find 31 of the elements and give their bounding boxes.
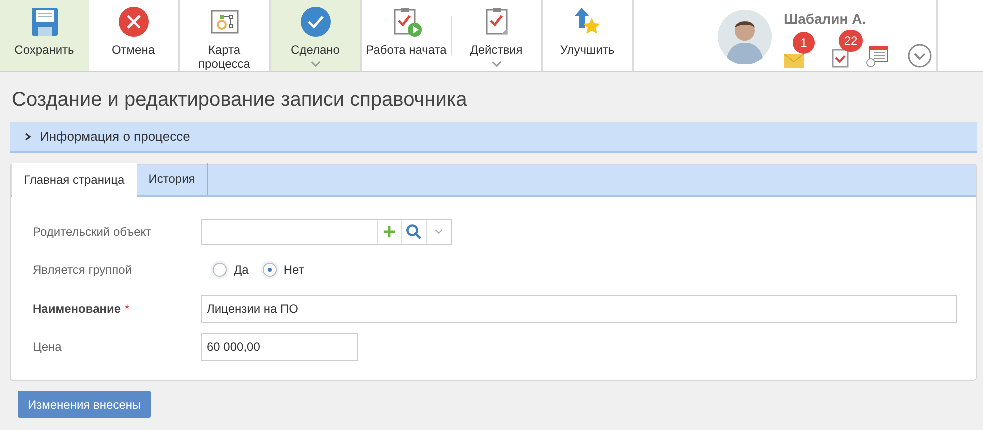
page-title: Создание и редактирование записи справочника: [12, 88, 468, 112]
avatar: [718, 10, 772, 64]
toolbar-button[interactable]: Сохранить: [0, 0, 89, 71]
user-name: Шабалин А.: [784, 10, 868, 29]
notification-badge: 22: [839, 30, 863, 52]
radio-button[interactable]: [213, 263, 227, 277]
task-icon[interactable]: [832, 48, 849, 68]
close-icon: [118, 6, 150, 38]
process-info-bar[interactable]: Информация о процессе: [10, 122, 977, 153]
caret-icon: [310, 61, 320, 68]
diagram-icon: [210, 10, 238, 34]
field-label: Наименование: [33, 301, 122, 318]
submit-button[interactable]: Изменения внесены: [18, 391, 152, 418]
radio-label: Нет: [284, 262, 304, 279]
calendar-icon[interactable]: [866, 46, 888, 68]
parent-object-field[interactable]: [201, 219, 452, 245]
toolbar-button[interactable]: Сделано: [271, 0, 360, 71]
radio-label: Да: [234, 262, 249, 279]
radio-button[interactable]: [262, 263, 277, 277]
price-field[interactable]: 60 000,00: [201, 333, 358, 361]
required-mark: *: [125, 301, 130, 318]
checkmark-icon: [300, 6, 332, 38]
chevron-down-icon[interactable]: [908, 44, 932, 68]
tab[interactable]: История: [136, 163, 208, 195]
field-label: Цена: [33, 339, 63, 356]
tab[interactable]: Главная страница: [12, 163, 137, 197]
name-field[interactable]: Лицензии на ПО: [201, 295, 957, 323]
caret-icon: [492, 61, 502, 68]
notification-badge: 1: [793, 32, 815, 54]
field-label: Является группой: [33, 262, 134, 279]
field-label: Родительский объект: [33, 224, 153, 241]
